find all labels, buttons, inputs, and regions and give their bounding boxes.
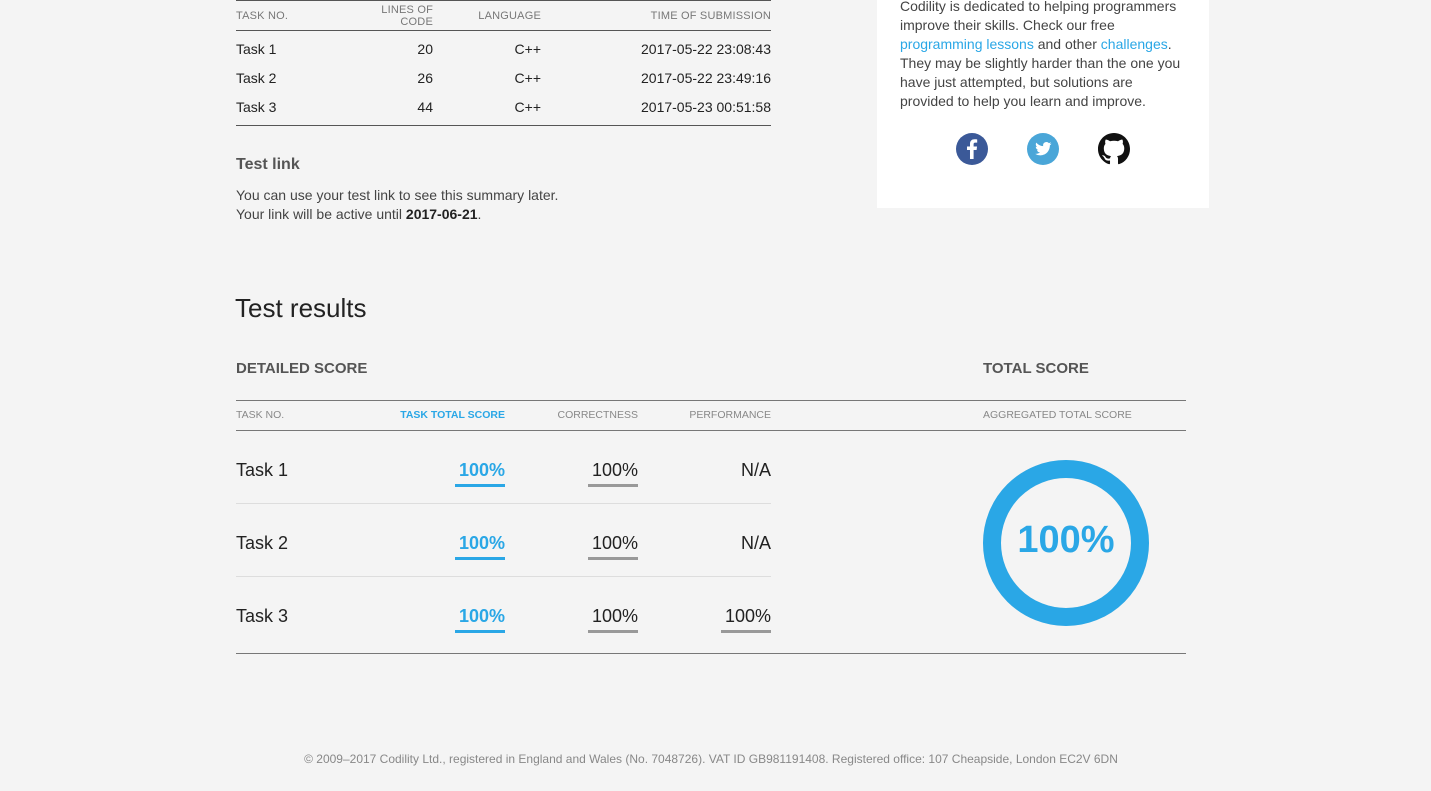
score-row: Task 2 100% 100% N/A: [236, 505, 771, 577]
task-name: Task 2: [236, 69, 277, 86]
performance-score[interactable]: 100%: [721, 606, 771, 633]
table-row: Task 1 20 C++ 2017-05-22 23:08:43: [236, 34, 771, 63]
test-link-prefix: Your link will be active until: [236, 206, 406, 222]
social-links: [877, 133, 1209, 165]
table-row: Task 2 26 C++ 2017-05-22 23:49:16: [236, 63, 771, 92]
challenges-link[interactable]: challenges: [1101, 36, 1168, 52]
language: C++: [514, 69, 541, 86]
card-text-top: Codility is dedicated to helping program…: [900, 0, 1177, 33]
test-link-section: Test link You can use your test link to …: [236, 156, 636, 224]
language: C++: [514, 98, 541, 115]
submissions-table: TASK NO. LINES OF CODE LANGUAGE TIME OF …: [236, 0, 771, 126]
card-text-bottom: They may be slightly harder than the one…: [900, 55, 1181, 109]
task-name: Task 3: [236, 606, 289, 626]
performance-score: N/A: [740, 533, 771, 553]
twitter-icon[interactable]: [1027, 133, 1059, 165]
header-task-total-score[interactable]: TASK TOTAL SCORE: [400, 409, 505, 421]
test-link-suffix: .: [477, 206, 482, 222]
task-total-score[interactable]: 100%: [455, 533, 505, 560]
page: TASK NO. LINES OF CODE LANGUAGE TIME OF …: [0, 0, 1431, 791]
header-aggregated-total-score: AGGREGATED TOTAL SCORE: [983, 409, 1132, 421]
language: C++: [514, 40, 541, 57]
task-name: Task 3: [236, 98, 277, 115]
aggregated-score-value: 100%: [1017, 519, 1115, 561]
card-text: Codility is dedicated to helping program…: [900, 0, 1181, 109]
score-table-header: TASK NO. TASK TOTAL SCORE CORRECTNESS PE…: [236, 401, 1186, 431]
header-language: LANGUAGE: [478, 9, 541, 22]
detailed-score-heading: DETAILED SCORE: [236, 360, 368, 377]
task-name: Task 1: [236, 40, 277, 57]
test-link-title: Test link: [236, 156, 300, 173]
lines-of-code: 20: [417, 40, 433, 57]
test-link-line2: Your link will be active until 2017-06-2…: [236, 205, 636, 224]
submission-time: 2017-05-23 00:51:58: [641, 98, 771, 115]
score-row: Task 3 100% 100% 100%: [236, 578, 771, 650]
lines-of-code: 26: [417, 69, 433, 86]
submission-time: 2017-05-22 23:08:43: [641, 40, 771, 57]
correctness-score[interactable]: 100%: [588, 533, 638, 560]
task-name: Task 2: [236, 533, 289, 553]
task-total-score[interactable]: 100%: [455, 460, 505, 487]
github-icon[interactable]: [1098, 133, 1130, 165]
total-score-heading: TOTAL SCORE: [983, 360, 1089, 377]
submissions-header: TASK NO. LINES OF CODE LANGUAGE TIME OF …: [236, 1, 771, 31]
header-correctness: CORRECTNESS: [557, 409, 638, 421]
task-total-score[interactable]: 100%: [455, 606, 505, 633]
facebook-icon[interactable]: [956, 133, 988, 165]
footer-copyright: © 2009–2017 Codility Ltd., registered in…: [304, 752, 1118, 766]
info-card: Codility is dedicated to helping program…: [877, 0, 1209, 208]
header-task-no: TASK NO.: [236, 9, 289, 22]
header-time-of-submission: TIME OF SUBMISSION: [650, 9, 771, 22]
programming-lessons-link[interactable]: programming lessons: [900, 36, 1034, 52]
task-name: Task 1: [236, 460, 289, 480]
table-row: Task 3 44 C++ 2017-05-23 00:51:58: [236, 92, 771, 121]
card-text-mid: and other: [1037, 36, 1097, 52]
test-link-expiry-date: 2017-06-21: [405, 206, 478, 222]
correctness-score[interactable]: 100%: [588, 606, 638, 633]
header-lines-of-code: LINES OF CODE: [381, 3, 433, 28]
score-row: Task 1 100% 100% N/A: [236, 432, 771, 504]
performance-score: N/A: [740, 460, 771, 480]
score-table: TASK NO. TASK TOTAL SCORE CORRECTNESS PE…: [236, 400, 1186, 654]
test-link-line1: You can use your test link to see this s…: [236, 187, 559, 203]
submission-time: 2017-05-22 23:49:16: [641, 69, 771, 86]
lines-of-code: 44: [417, 98, 433, 115]
test-results-title: Test results: [235, 293, 367, 323]
correctness-score[interactable]: 100%: [588, 460, 638, 487]
header-performance: PERFORMANCE: [689, 409, 771, 421]
header-task-no: TASK NO.: [236, 409, 285, 421]
